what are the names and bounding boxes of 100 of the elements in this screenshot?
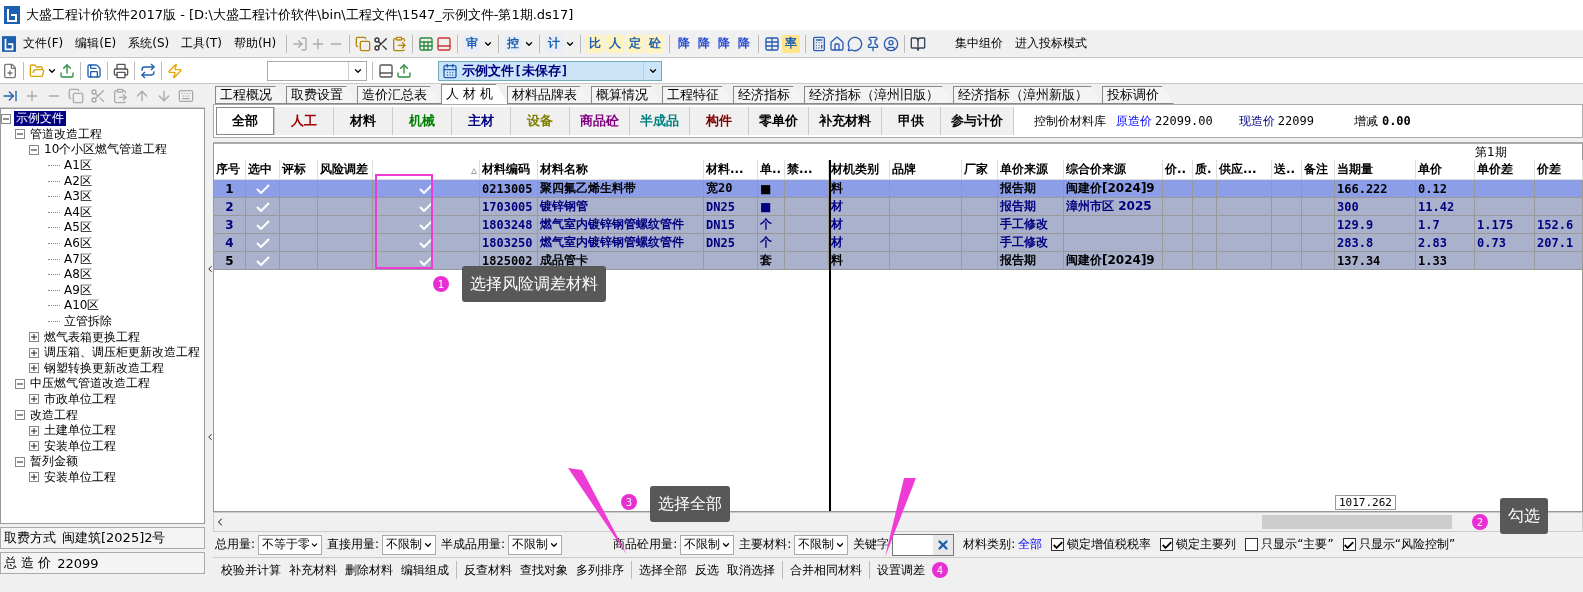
sheet-tab[interactable]: 材料品牌表: [506, 86, 592, 104]
tree-item[interactable]: A8区: [62, 267, 94, 283]
toolbar-button[interactable]: 集中组价: [950, 33, 1009, 54]
tree-item[interactable]: 中压燃气管道改造工程: [28, 376, 152, 392]
home-icon[interactable]: [829, 35, 846, 52]
category-tab[interactable]: 主材: [452, 107, 511, 135]
glyph-icon[interactable]: 审: [463, 34, 482, 53]
category-tab[interactable]: 人工: [275, 107, 334, 135]
menu-item[interactable]: 编辑(E): [70, 33, 122, 54]
sheet-tab[interactable]: 造价汇总表: [357, 86, 442, 104]
expand-icon[interactable]: [29, 425, 39, 436]
swap-icon[interactable]: [140, 62, 156, 79]
tree-item[interactable]: A5区: [62, 220, 94, 236]
action-button[interactable]: 多列排序: [572, 561, 628, 579]
sheet-tab[interactable]: 概算情况: [590, 86, 663, 104]
tree-item[interactable]: A1区: [62, 158, 94, 174]
category-tab[interactable]: 零单价: [749, 107, 809, 135]
person-icon[interactable]: [883, 35, 900, 52]
expand-icon[interactable]: [29, 441, 39, 452]
check-icon[interactable]: [419, 255, 433, 266]
tree-item[interactable]: A4区: [62, 204, 94, 220]
collapse-icon[interactable]: [15, 456, 25, 467]
category-tab[interactable]: 甲供: [882, 107, 941, 135]
check-icon[interactable]: [419, 201, 433, 212]
tree-item[interactable]: 改造工程: [28, 407, 80, 423]
tree-item[interactable]: A9区: [62, 282, 94, 298]
check-icon[interactable]: [255, 183, 270, 194]
check-icon[interactable]: [419, 183, 433, 194]
checkbox-label[interactable]: 锁定主要列: [1176, 536, 1237, 553]
expand-icon[interactable]: [29, 363, 39, 374]
checkbox[interactable]: [1245, 538, 1259, 551]
scissors-icon[interactable]: [373, 35, 390, 52]
tree-item[interactable]: 管道改造工程: [28, 126, 104, 142]
tree-item[interactable]: A2区: [62, 173, 94, 189]
new-file-icon[interactable]: [2, 62, 18, 79]
category-tab[interactable]: 补充材料: [809, 107, 882, 135]
tree-item[interactable]: 暂列金额: [28, 454, 80, 470]
scrollbar-thumb[interactable]: [1262, 515, 1452, 529]
sheet-tab[interactable]: 取费设置: [286, 86, 358, 104]
save-icon[interactable]: [86, 62, 102, 79]
glyph-icon[interactable]: 砼: [646, 34, 665, 53]
table-icon[interactable]: [764, 35, 781, 52]
window-icon[interactable]: [378, 62, 394, 79]
checkbox[interactable]: [1342, 538, 1356, 551]
expand-icon[interactable]: [29, 347, 39, 358]
filter-dropdown[interactable]: 不限制: [382, 534, 437, 555]
collapse-icon[interactable]: [205, 264, 215, 274]
book-icon[interactable]: [910, 35, 927, 52]
filter-dropdown[interactable]: 不等于零: [258, 534, 323, 555]
checkbox-label[interactable]: 只显示“风险控制”: [1358, 536, 1456, 553]
collapse-icon[interactable]: [29, 145, 39, 155]
table-cell[interactable]: [246, 252, 280, 270]
filter-dropdown[interactable]: 不限制: [680, 534, 735, 555]
check-icon[interactable]: [255, 201, 270, 212]
sheet-tab[interactable]: 经济指标: [732, 86, 805, 104]
action-button[interactable]: 补充材料: [285, 561, 341, 579]
upload-icon[interactable]: [396, 62, 412, 79]
category-tab[interactable]: 半成品: [630, 107, 690, 135]
sheet-tab[interactable]: 工程概况: [215, 86, 287, 104]
category-tab[interactable]: 机械: [393, 107, 452, 135]
sheet-tab[interactable]: 人 材 机: [441, 84, 508, 104]
glyph-icon[interactable]: 降: [675, 34, 694, 53]
expand-icon[interactable]: [29, 332, 39, 343]
check-icon[interactable]: [255, 255, 270, 266]
tree-item[interactable]: 调压箱、调压柜更新改造工程: [42, 345, 202, 361]
glyph-icon[interactable]: 降: [735, 34, 754, 53]
tree-item[interactable]: A10区: [62, 298, 102, 314]
sheet-tab[interactable]: 投标调价: [1101, 86, 1174, 104]
check-icon[interactable]: [419, 219, 433, 230]
toolbar-button[interactable]: 进入投标模式: [1010, 33, 1093, 54]
check-icon[interactable]: [255, 219, 270, 230]
printer-icon[interactable]: [113, 62, 129, 79]
lightning-icon[interactable]: [167, 62, 183, 79]
glyph-icon[interactable]: 降: [695, 34, 714, 53]
glyph-icon[interactable]: 控: [504, 34, 523, 53]
tree-item[interactable]: 示例文件: [14, 111, 66, 127]
action-button[interactable]: 校验并计算: [217, 561, 285, 579]
spreadsheet-icon[interactable]: [418, 35, 435, 52]
keyboard-icon[interactable]: [178, 87, 194, 104]
enter-icon[interactable]: [292, 35, 309, 52]
expand-icon[interactable]: [29, 472, 39, 483]
tree-item[interactable]: 安装单位工程: [42, 438, 118, 454]
tree-item[interactable]: 10个小区燃气管道工程: [42, 142, 170, 158]
action-button[interactable]: 选择全部: [635, 561, 691, 579]
tree-item[interactable]: 市政单位工程: [42, 392, 118, 407]
tree-item[interactable]: 立管拆除: [62, 314, 114, 329]
action-button[interactable]: 反查材料: [460, 561, 516, 579]
action-button[interactable]: 设置调差: [873, 561, 929, 579]
action-button[interactable]: 反选: [691, 561, 723, 579]
checkbox[interactable]: [1160, 538, 1174, 551]
tree-item[interactable]: 钢塑转换更新改造工程: [42, 360, 166, 376]
calculator-icon[interactable]: [811, 35, 828, 52]
category-tab[interactable]: 参与计价: [941, 107, 1014, 135]
glyph-icon[interactable]: 比: [586, 34, 605, 53]
tree-item[interactable]: A6区: [62, 236, 94, 252]
menu-item[interactable]: 帮助(H): [228, 33, 282, 54]
collapse-icon[interactable]: [1, 113, 11, 124]
action-button[interactable]: 编辑组成: [397, 561, 453, 579]
tree-item[interactable]: A3区: [62, 189, 94, 205]
collapse-icon[interactable]: [15, 129, 25, 140]
